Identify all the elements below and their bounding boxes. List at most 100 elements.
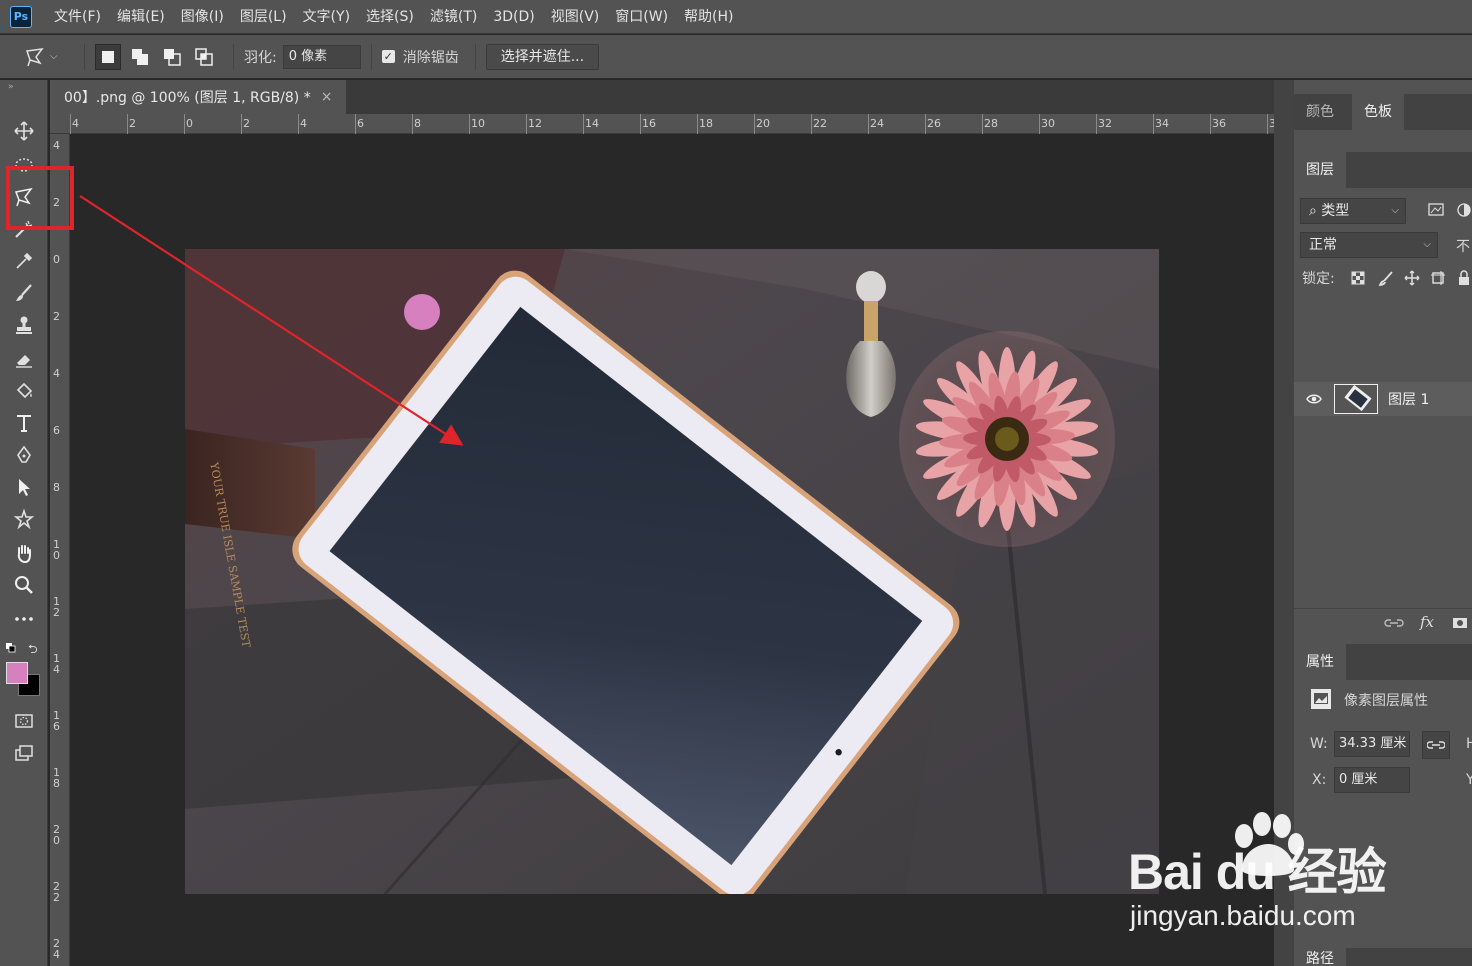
tab-swatches[interactable]: 色板 xyxy=(1352,94,1404,130)
blend-mode-value: 正常 xyxy=(1309,237,1337,253)
layer-name[interactable]: 图层 1 xyxy=(1388,389,1429,409)
ruler-tick-label: 22 xyxy=(813,117,827,130)
lasso-tool-highlight xyxy=(6,166,74,230)
tab-color[interactable]: 颜色 xyxy=(1294,94,1346,130)
type-tool[interactable] xyxy=(8,408,40,438)
ruler-tick xyxy=(811,114,812,134)
path-selection-tool[interactable] xyxy=(8,472,40,502)
document-title: 00】.png @ 100% (图层 1, RGB/8) * xyxy=(64,90,311,106)
subtract-selection-icon xyxy=(164,48,181,66)
tab-layers[interactable]: 图层 xyxy=(1294,152,1346,188)
antialias-checkbox[interactable]: ✓ xyxy=(381,50,395,63)
lock-position-icon[interactable] xyxy=(1404,270,1420,286)
layer-row[interactable]: 图层 1 xyxy=(1294,382,1472,416)
lock-all-icon[interactable] xyxy=(1456,270,1472,286)
lock-artboard-icon[interactable] xyxy=(1430,270,1446,286)
properties-title: 像素图层属性 xyxy=(1344,693,1428,709)
adjustment-filter-icon[interactable] xyxy=(1456,202,1472,218)
swap-colors-icon[interactable]: ⮌ xyxy=(28,640,38,661)
ruler-tick xyxy=(868,114,869,134)
subtract-from-selection-button[interactable] xyxy=(159,44,185,70)
paths-panel-tabs: 路径 xyxy=(1294,948,1472,966)
tab-paths[interactable]: 路径 xyxy=(1294,948,1346,966)
default-colors-icon[interactable] xyxy=(6,642,16,653)
ruler-tick-label: 16 xyxy=(642,117,656,130)
custom-shape-icon xyxy=(13,508,35,530)
foreground-color-swatch[interactable] xyxy=(6,662,28,684)
feather-input[interactable]: 0 像素 xyxy=(282,44,361,69)
menu-3d[interactable]: 3D(D) xyxy=(485,0,542,34)
blend-mode-dropdown[interactable]: 正常 ⌵ xyxy=(1300,232,1438,258)
brush-icon xyxy=(16,284,32,301)
paint-bucket-tool[interactable] xyxy=(8,376,40,406)
move-tool[interactable] xyxy=(8,116,40,146)
divider xyxy=(370,43,372,70)
x-input[interactable]: 0 厘米 xyxy=(1334,767,1410,793)
menu-image[interactable]: 图像(I) xyxy=(173,0,232,34)
photoshop-window: Ps 文件(F) 编辑(E) 图像(I) 图层(L) 文字(Y) 选择(S) 滤… xyxy=(0,0,1472,966)
select-and-mask-button[interactable]: 选择并遮住... xyxy=(485,43,600,70)
menu-filter[interactable]: 滤镜(T) xyxy=(422,0,485,34)
ruler-tick-label: 24 xyxy=(870,117,884,130)
menu-select[interactable]: 选择(S) xyxy=(358,0,422,34)
ruler-tick xyxy=(697,114,698,134)
brush-tool[interactable] xyxy=(8,278,40,308)
ruler-tick-label: 4 xyxy=(300,117,307,130)
properties-panel-tabs: 属性 xyxy=(1294,644,1472,680)
document-tab-bar: 00】.png @ 100% (图层 1, RGB/8) * × xyxy=(50,80,1292,114)
move-icon xyxy=(14,121,34,141)
close-icon[interactable]: × xyxy=(321,89,333,105)
hand-tool[interactable] xyxy=(8,538,40,568)
opacity-label: 不 xyxy=(1456,239,1470,255)
ruler-tick-label: 2 2 xyxy=(53,880,60,904)
zoom-tool[interactable] xyxy=(8,570,40,600)
stamp-tool[interactable] xyxy=(8,310,40,340)
intersect-selection-button[interactable] xyxy=(191,44,217,70)
ruler-tick xyxy=(127,114,128,134)
fx-icon[interactable]: fx xyxy=(1420,613,1434,631)
vertical-ruler[interactable]: 42024681 01 21 41 61 82 02 22 4 xyxy=(50,134,70,966)
color-panel-tabs: 颜色 色板 xyxy=(1294,94,1472,130)
add-to-selection-button[interactable] xyxy=(127,44,153,70)
layer-filter-dropdown[interactable]: ⌕ 类型 ⌵ xyxy=(1300,198,1406,224)
new-selection-button[interactable] xyxy=(95,43,121,70)
more-tools[interactable] xyxy=(8,604,40,634)
ruler-tick-label: 1 8 xyxy=(53,766,60,790)
screen-mode-button[interactable] xyxy=(8,738,40,768)
menu-bar: Ps 文件(F) 编辑(E) 图像(I) 图层(L) 文字(Y) 选择(S) 滤… xyxy=(0,0,1472,34)
menu-window[interactable]: 窗口(W) xyxy=(607,0,676,34)
ruler-tick xyxy=(1267,114,1268,134)
width-input[interactable]: 34.33 厘米 xyxy=(1334,731,1410,757)
lock-pixels-icon[interactable] xyxy=(1378,270,1394,286)
ruler-tick xyxy=(1096,114,1097,134)
shape-tool[interactable] xyxy=(8,504,40,534)
menu-view[interactable]: 视图(V) xyxy=(543,0,608,34)
eyedropper-tool[interactable] xyxy=(8,246,40,276)
lock-label: 锁定: xyxy=(1302,271,1335,287)
add-mask-icon[interactable] xyxy=(1452,617,1468,629)
document-tab[interactable]: 00】.png @ 100% (图层 1, RGB/8) * × xyxy=(50,80,347,114)
filter-kind-label: 类型 xyxy=(1321,203,1350,219)
tab-properties[interactable]: 属性 xyxy=(1294,644,1346,680)
eraser-tool[interactable] xyxy=(8,344,40,374)
constrain-proportions-button[interactable] xyxy=(1422,731,1450,759)
menu-edit[interactable]: 编辑(E) xyxy=(109,0,173,34)
horizontal-ruler[interactable]: 4 2 0 2 4 6 8 10 12 14 16 18 20 22 24 26 28 30 32 34 36 3 xyxy=(50,114,1292,134)
panel-collapse-icon[interactable]: » xyxy=(8,82,14,92)
menu-type[interactable]: 文字(Y) xyxy=(295,0,358,34)
eye-icon[interactable] xyxy=(1306,393,1322,405)
document-image[interactable]: YOUR TRUE ISLE SAMPLE TEST xyxy=(185,249,1159,894)
search-icon: ⌕ xyxy=(1309,203,1322,219)
ruler-tick-label: 10 xyxy=(471,117,485,130)
menu-help[interactable]: 帮助(H) xyxy=(676,0,741,34)
image-filter-icon[interactable] xyxy=(1428,202,1444,218)
pen-tool[interactable] xyxy=(8,440,40,470)
menu-file[interactable]: 文件(F) xyxy=(46,0,109,34)
ruler-tick xyxy=(412,114,413,134)
tool-preset-picker[interactable]: ⌵ xyxy=(24,46,74,68)
menu-layer[interactable]: 图层(L) xyxy=(232,0,295,34)
quick-mask-button[interactable] xyxy=(8,706,40,736)
lock-transparent-icon[interactable] xyxy=(1350,270,1366,286)
ruler-tick-label: 14 xyxy=(585,117,599,130)
link-layers-icon[interactable] xyxy=(1384,617,1404,629)
